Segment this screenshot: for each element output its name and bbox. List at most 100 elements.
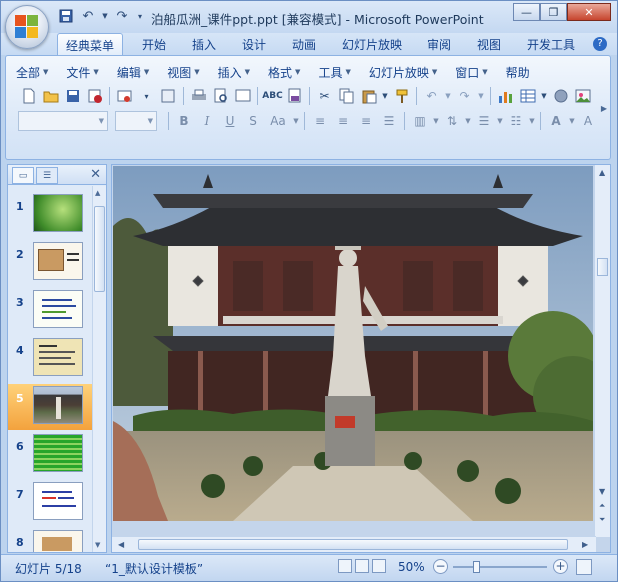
scroll-down-icon[interactable]: ▼ <box>599 487 605 496</box>
thesaurus-icon[interactable] <box>284 86 305 107</box>
redo-dropdown-icon[interactable]: ▼ <box>476 86 486 107</box>
text-direction-dropdown-icon[interactable]: ▼ <box>464 111 472 132</box>
print-icon[interactable] <box>188 86 209 107</box>
columns-dropdown-icon[interactable]: ▼ <box>432 111 440 132</box>
save-icon[interactable] <box>62 86 83 107</box>
tab-developer[interactable]: 开发工具 <box>527 36 575 53</box>
menu-help[interactable]: 帮助 <box>506 63 530 81</box>
tab-design[interactable]: 设计 <box>242 36 266 53</box>
numbering-icon[interactable]: ☷ <box>505 111 527 131</box>
spelling-icon[interactable]: ABC <box>262 86 283 107</box>
bullets-icon[interactable]: ☰ <box>473 111 495 131</box>
insert-picture-icon[interactable] <box>572 86 593 107</box>
close-icon[interactable]: ✕ <box>90 167 101 182</box>
slide-horizontal-scrollbar[interactable]: ◀ ▶ <box>112 536 596 552</box>
slide-vertical-scrollbar[interactable]: ▲ ▼ ⏶ ⏷ <box>594 165 610 537</box>
slide-thumb-7[interactable]: 7 <box>8 480 92 526</box>
underline-button[interactable]: U <box>219 111 241 131</box>
slide-thumb-4[interactable]: 4 <box>8 336 92 382</box>
change-case-button[interactable]: Aa <box>265 111 291 131</box>
zoom-slider-knob[interactable] <box>473 561 480 573</box>
scrollbar-thumb[interactable] <box>138 539 568 550</box>
office-button[interactable] <box>5 5 49 49</box>
font-color-icon[interactable]: A <box>545 111 567 131</box>
zoom-slider[interactable] <box>453 561 547 573</box>
undo-icon[interactable]: ↶ <box>79 7 97 25</box>
bullets-dropdown-icon[interactable]: ▼ <box>496 111 504 132</box>
tab-home[interactable]: 开始 <box>142 36 166 53</box>
chevron-right-icon[interactable]: ▶ <box>601 104 607 113</box>
slide-thumb-2[interactable]: 2 <box>8 240 92 286</box>
justify-icon[interactable]: ☰ <box>378 111 400 131</box>
text-direction-icon[interactable]: ⇅ <box>441 111 463 131</box>
print-preview-icon[interactable] <box>210 86 231 107</box>
redo-icon[interactable]: ↷ <box>113 7 131 25</box>
new-icon[interactable] <box>18 86 39 107</box>
menu-edit[interactable]: 编辑 ▼ <box>117 63 149 81</box>
undo-dropdown-icon[interactable]: ▼ <box>443 86 453 107</box>
scroll-right-icon[interactable]: ▶ <box>582 540 588 549</box>
slideshow-view-icon[interactable] <box>372 559 386 573</box>
redo-icon[interactable]: ↷ <box>454 86 475 107</box>
columns-icon[interactable]: ▥ <box>409 111 431 131</box>
previous-slide-icon[interactable]: ⏶ <box>599 501 605 511</box>
copy-icon[interactable] <box>336 86 357 107</box>
tab-review[interactable]: 审阅 <box>427 36 451 53</box>
dropdown-arrow-icon[interactable]: ▼ <box>101 7 109 25</box>
scroll-up-icon[interactable]: ▲ <box>599 168 605 177</box>
tab-classic-menu[interactable]: 经典菜单 <box>57 33 124 56</box>
menu-view[interactable]: 视图 ▼ <box>167 63 199 81</box>
normal-view-icon[interactable] <box>338 559 352 573</box>
help-icon[interactable]: ? <box>593 37 607 51</box>
paste-icon[interactable] <box>358 86 379 107</box>
menu-format[interactable]: 格式 ▼ <box>268 63 300 81</box>
slide-thumb-3[interactable]: 3 <box>8 288 92 334</box>
slide-thumb-6[interactable]: 6 <box>8 432 92 478</box>
table-dropdown-icon[interactable]: ▼ <box>539 86 549 107</box>
customize-icon[interactable]: ▾ <box>135 7 145 25</box>
align-right-icon[interactable]: ≡ <box>355 111 377 131</box>
scrollbar-thumb[interactable] <box>597 258 608 276</box>
open-icon[interactable] <box>40 86 61 107</box>
menu-file[interactable]: 文件 ▼ <box>66 63 98 81</box>
slides-tab[interactable]: ▭ <box>12 167 34 184</box>
shadow-button[interactable]: S <box>242 111 264 131</box>
close-icon[interactable]: ✕ <box>567 3 611 21</box>
tab-animation[interactable]: 动画 <box>292 36 316 53</box>
grayscale-icon[interactable] <box>550 86 571 107</box>
menu-window[interactable]: 窗口 ▼ <box>455 63 487 81</box>
attach-icon[interactable]: ▾ <box>136 86 157 107</box>
slide-thumb-1[interactable]: 1 <box>8 192 92 238</box>
zoom-in-icon[interactable]: + <box>553 559 568 574</box>
italic-button[interactable]: I <box>196 111 218 131</box>
scroll-up-icon[interactable]: ▲ <box>95 189 100 197</box>
scroll-down-icon[interactable]: ▼ <box>95 541 100 549</box>
outline-tab[interactable]: ☰ <box>36 167 58 184</box>
table-icon[interactable] <box>517 86 538 107</box>
current-slide[interactable] <box>113 166 593 521</box>
numbering-dropdown-icon[interactable]: ▼ <box>528 111 536 132</box>
paste-dropdown-icon[interactable]: ▼ <box>380 86 390 107</box>
permission-icon[interactable] <box>84 86 105 107</box>
save-icon[interactable] <box>57 7 75 25</box>
email-icon[interactable] <box>114 86 135 107</box>
font-size-combo[interactable]: ▼ <box>115 111 157 131</box>
font-color-dropdown-icon[interactable]: ▼ <box>568 111 576 132</box>
bold-button[interactable]: B <box>173 111 195 131</box>
tab-slideshow[interactable]: 幻灯片放映 <box>342 36 402 53</box>
theme-name[interactable]: “1_默认设计模板” <box>105 560 203 577</box>
research-icon[interactable] <box>232 86 253 107</box>
align-center-icon[interactable]: ≡ <box>332 111 354 131</box>
change-case-dropdown-icon[interactable]: ▼ <box>292 111 300 132</box>
slide-sorter-view-icon[interactable] <box>355 559 369 573</box>
menu-slideshow[interactable]: 幻灯片放映 ▼ <box>369 63 437 81</box>
restore-icon[interactable]: ❐ <box>540 3 567 21</box>
cut-icon[interactable]: ✂ <box>314 86 335 107</box>
zoom-out-icon[interactable]: − <box>433 559 448 574</box>
chart-icon[interactable] <box>495 86 516 107</box>
tab-insert[interactable]: 插入 <box>192 36 216 53</box>
print-preview-doc-icon[interactable] <box>158 86 179 107</box>
fit-to-window-icon[interactable] <box>576 559 592 575</box>
slide-thumb-8[interactable]: 8 <box>8 528 92 552</box>
scroll-left-icon[interactable]: ◀ <box>118 540 124 549</box>
